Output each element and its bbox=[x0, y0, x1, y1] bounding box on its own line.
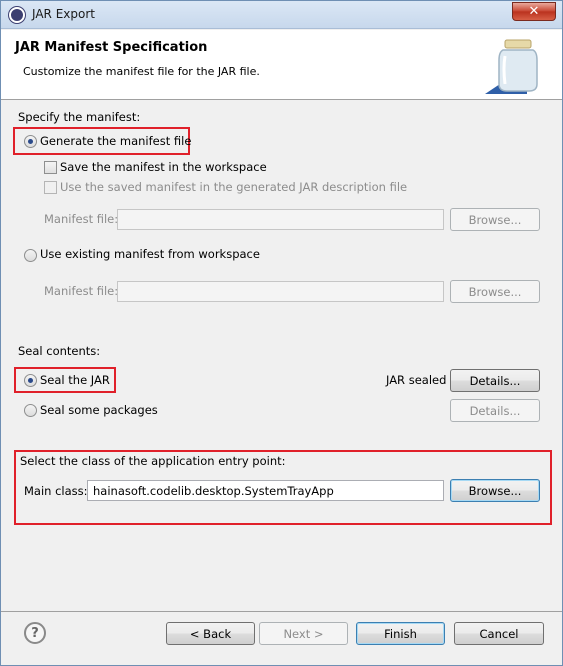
manifest-file-input[interactable] bbox=[117, 209, 444, 230]
manifest-section-label: Specify the manifest: bbox=[18, 110, 141, 124]
window-title: JAR Export bbox=[32, 7, 95, 21]
seal-packages-label: Seal some packages bbox=[40, 403, 158, 417]
seal-jar-radio[interactable] bbox=[24, 374, 37, 387]
title-bar: JAR Export ✕ bbox=[1, 1, 562, 29]
use-saved-manifest-checkbox[interactable] bbox=[44, 181, 57, 194]
generate-manifest-radio[interactable] bbox=[24, 135, 37, 148]
main-class-browse-button[interactable]: Browse... bbox=[450, 479, 540, 502]
next-button[interactable]: Next > bbox=[259, 622, 348, 645]
jar-export-dialog: JAR Export ✕ JAR Manifest Specification … bbox=[0, 0, 563, 666]
jar-sealed-status: JAR sealed bbox=[386, 373, 447, 387]
seal-jar-details-button[interactable]: Details... bbox=[450, 369, 540, 392]
wizard-header: JAR Manifest Specification Customize the… bbox=[1, 30, 562, 100]
entry-point-section-label: Select the class of the application entr… bbox=[20, 454, 286, 468]
jar-icon bbox=[485, 39, 538, 94]
save-manifest-label: Save the manifest in the workspace bbox=[60, 160, 267, 174]
manifest-browse-button[interactable]: Browse... bbox=[450, 208, 540, 231]
main-class-input[interactable] bbox=[87, 480, 444, 501]
back-button[interactable]: < Back bbox=[166, 622, 255, 645]
use-saved-manifest-label: Use the saved manifest in the generated … bbox=[60, 180, 408, 194]
seal-section-label: Seal contents: bbox=[18, 344, 101, 358]
main-class-label: Main class: bbox=[24, 484, 88, 498]
save-manifest-checkbox[interactable] bbox=[44, 161, 57, 174]
cancel-button[interactable]: Cancel bbox=[454, 622, 544, 645]
generate-manifest-label: Generate the manifest file bbox=[40, 134, 192, 148]
seal-packages-details-button[interactable]: Details... bbox=[450, 399, 540, 422]
help-icon[interactable]: ? bbox=[24, 622, 46, 644]
eclipse-icon bbox=[9, 7, 25, 23]
finish-button[interactable]: Finish bbox=[356, 622, 445, 645]
seal-packages-radio[interactable] bbox=[24, 404, 37, 417]
existing-manifest-file-input[interactable] bbox=[117, 281, 444, 302]
use-existing-manifest-radio[interactable] bbox=[24, 249, 37, 262]
close-button[interactable]: ✕ bbox=[512, 2, 556, 21]
footer-separator bbox=[1, 611, 562, 612]
existing-manifest-browse-button[interactable]: Browse... bbox=[450, 280, 540, 303]
page-description: Customize the manifest file for the JAR … bbox=[23, 65, 260, 78]
manifest-file-label: Manifest file: bbox=[44, 212, 119, 226]
seal-jar-label: Seal the JAR bbox=[40, 373, 110, 387]
main-class-text[interactable] bbox=[88, 481, 443, 500]
use-existing-manifest-label: Use existing manifest from workspace bbox=[40, 247, 260, 261]
existing-manifest-file-label: Manifest file: bbox=[44, 284, 119, 298]
page-title: JAR Manifest Specification bbox=[15, 40, 208, 55]
